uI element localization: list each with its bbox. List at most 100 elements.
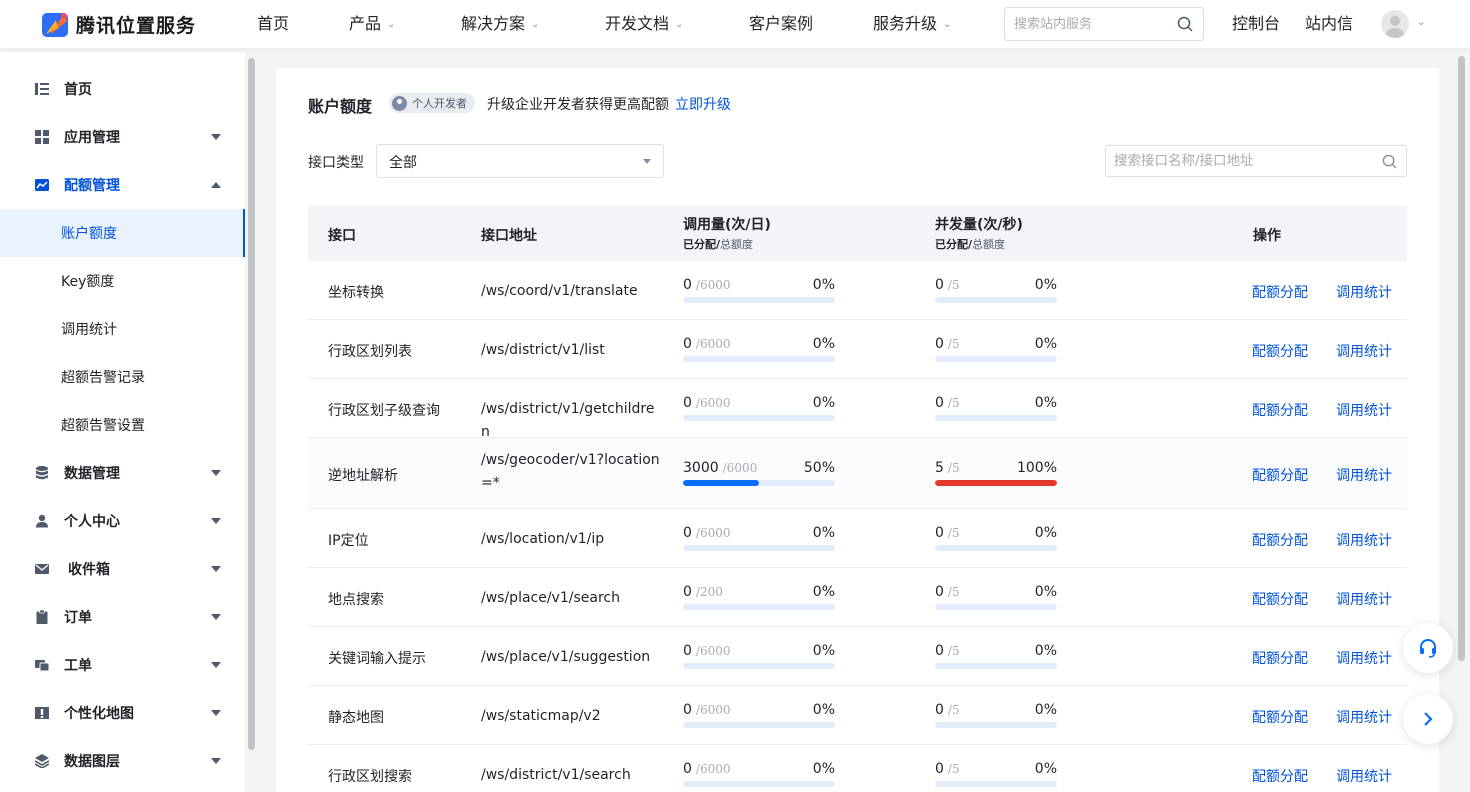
conc-used: 0/5 [935, 277, 960, 293]
daily-used: 0/200 [683, 584, 723, 600]
page-scrollbar[interactable] [1458, 56, 1465, 661]
conc-used-value: 0 [935, 761, 944, 777]
sidebar-item-custom-map[interactable]: 个性化地图 [0, 689, 245, 737]
sidebar-subitem-label: 超额告警记录 [61, 370, 145, 386]
table-row: 行政区划搜索/ws/district/v1/search 0/6000 0% 0/5 0… [308, 745, 1407, 792]
allocate-quota-link[interactable]: 配额分配 [1252, 589, 1308, 609]
api-name: IP定位 [328, 533, 369, 549]
sidebar-item-tickets[interactable]: 工单 [0, 641, 245, 689]
chevron-down-icon: ⌄ [387, 19, 396, 30]
allocate-quota-link[interactable]: 配额分配 [1252, 707, 1308, 727]
sidebar-scrollbar[interactable] [248, 58, 255, 750]
upgrade-now-link[interactable]: 立即升级 [675, 94, 731, 114]
col-subheader-daily: 已分配/总额度 [683, 238, 754, 251]
api-name: 地点搜索 [328, 592, 384, 608]
allocate-quota-link[interactable]: 配额分配 [1252, 282, 1308, 302]
conc-used-value: 0 [935, 702, 944, 718]
conc-used-value: 0 [935, 395, 944, 411]
sidebar-subitem-alert-records[interactable]: 超额告警记录 [0, 353, 245, 401]
conc-total-value: /5 [947, 396, 960, 410]
custom-map-icon [35, 707, 49, 719]
chevron-down-icon[interactable]: ⌄ [1417, 17, 1425, 28]
api-path: /ws/staticmap/v2 [481, 708, 601, 724]
sidebar-subitem-label: 超额告警设置 [61, 418, 145, 434]
sidebar-item-orders[interactable]: 订单 [0, 593, 245, 641]
conc-total-value: /5 [947, 762, 960, 776]
api-path: /ws/location/v1/ip [481, 531, 605, 547]
call-stats-link[interactable]: 调用统计 [1336, 341, 1392, 361]
allocate-quota-link[interactable]: 配额分配 [1252, 648, 1308, 668]
user-icon [36, 514, 48, 528]
table-row: 坐标转换/ws/coord/v1/translate 0/6000 0% 0/5 0% 配… [308, 261, 1407, 320]
expand-panel-button[interactable] [1403, 694, 1453, 744]
nav-products[interactable]: 产品 ⌄ [349, 0, 395, 48]
api-path: /ws/district/v1/search [481, 767, 631, 783]
call-stats-link[interactable]: 调用统计 [1336, 400, 1392, 420]
conc-percent: 0% [1034, 643, 1057, 659]
api-search-input[interactable] [1106, 146, 1366, 176]
conc-used: 0/5 [935, 525, 960, 541]
allocate-quota-link[interactable]: 配额分配 [1252, 341, 1308, 361]
conc-total-value: /5 [947, 278, 960, 292]
call-stats-link[interactable]: 调用统计 [1336, 707, 1392, 727]
nav-solutions[interactable]: 解决方案 ⌄ [461, 0, 539, 48]
daily-progress-bar [683, 415, 835, 421]
nav-upgrade[interactable]: 服务升级 ⌄ [873, 0, 951, 48]
sidebar-item-label: 数据管理 [64, 466, 120, 482]
search-icon[interactable] [1382, 154, 1397, 169]
api-name: 逆地址解析 [328, 468, 398, 484]
brand-logo[interactable]: 腾讯位置服务 [40, 8, 196, 40]
daily-percent: 0% [812, 277, 835, 293]
call-stats-link[interactable]: 调用统计 [1336, 766, 1392, 786]
conc-progress-bar [935, 415, 1057, 421]
table-row: 关键词输入提示/ws/place/v1/suggestion 0/6000 0% 0/… [308, 627, 1407, 686]
api-type-select[interactable]: 全部 [376, 144, 664, 178]
daily-total-value: /6000 [695, 396, 731, 410]
conc-progress-bar [935, 297, 1057, 303]
nav-console[interactable]: 控制台 [1232, 0, 1280, 48]
daily-used-value: 0 [683, 525, 692, 541]
sidebar-item-profile[interactable]: 个人中心 [0, 497, 245, 545]
conc-progress-bar [935, 356, 1057, 362]
daily-used: 0/6000 [683, 277, 731, 293]
call-stats-link[interactable]: 调用统计 [1336, 282, 1392, 302]
nav-home[interactable]: 首页 [257, 0, 289, 48]
allocate-quota-link[interactable]: 配额分配 [1252, 766, 1308, 786]
support-button[interactable] [1403, 623, 1453, 673]
sidebar-subitem-call-stats[interactable]: 调用统计 [0, 305, 245, 353]
daily-total-value: /6000 [695, 337, 731, 351]
search-icon[interactable] [1177, 16, 1193, 32]
allocate-quota-link[interactable]: 配额分配 [1252, 465, 1308, 485]
call-stats-link[interactable]: 调用统计 [1336, 465, 1392, 485]
sidebar-subitem-key-quota[interactable]: Key额度 [0, 257, 245, 305]
sidebar-item-quota[interactable]: 配额管理 [0, 161, 245, 209]
sidebar-subitem-label: 调用统计 [61, 322, 117, 338]
conc-progress-bar [935, 604, 1057, 610]
nav-docs[interactable]: 开发文档 ⌄ [605, 0, 683, 48]
sidebar-subitem-account-quota[interactable]: 账户额度 [0, 209, 245, 257]
avatar[interactable] [1381, 10, 1409, 38]
sidebar-item-inbox[interactable]: 收件箱 [0, 545, 245, 593]
daily-used-value: 0 [683, 643, 692, 659]
nav-cases[interactable]: 客户案例 [749, 0, 813, 48]
conc-progress-bar [935, 545, 1057, 551]
developer-icon [392, 95, 407, 111]
table-header: 接口 接口地址 调用量(次/日) 已分配/总额度 并发量(次/秒) 已分配/总额… [308, 206, 1407, 261]
call-stats-link[interactable]: 调用统计 [1336, 589, 1392, 609]
table-row: 静态地图/ws/staticmap/v2 0/6000 0% 0/5 0% 配额分配 调用统… [308, 686, 1407, 745]
call-stats-link[interactable]: 调用统计 [1336, 530, 1392, 550]
daily-used: 0/6000 [683, 702, 731, 718]
layers-icon [35, 754, 49, 768]
allocate-quota-link[interactable]: 配额分配 [1252, 530, 1308, 550]
sidebar-item-layers[interactable]: 数据图层 [0, 737, 245, 785]
call-stats-link[interactable]: 调用统计 [1336, 648, 1392, 668]
sidebar-item-home[interactable]: 首页 [0, 65, 245, 113]
sidebar-subitem-label: Key额度 [61, 274, 115, 290]
sidebar-subitem-alert-settings[interactable]: 超额告警设置 [0, 401, 245, 449]
nav-inbox[interactable]: 站内信 [1305, 0, 1353, 48]
site-search-input[interactable] [1005, 8, 1165, 40]
sidebar-item-data[interactable]: 数据管理 [0, 449, 245, 497]
sidebar-item-apps[interactable]: 应用管理 [0, 113, 245, 161]
daily-used-value: 0 [683, 702, 692, 718]
allocate-quota-link[interactable]: 配额分配 [1252, 400, 1308, 420]
